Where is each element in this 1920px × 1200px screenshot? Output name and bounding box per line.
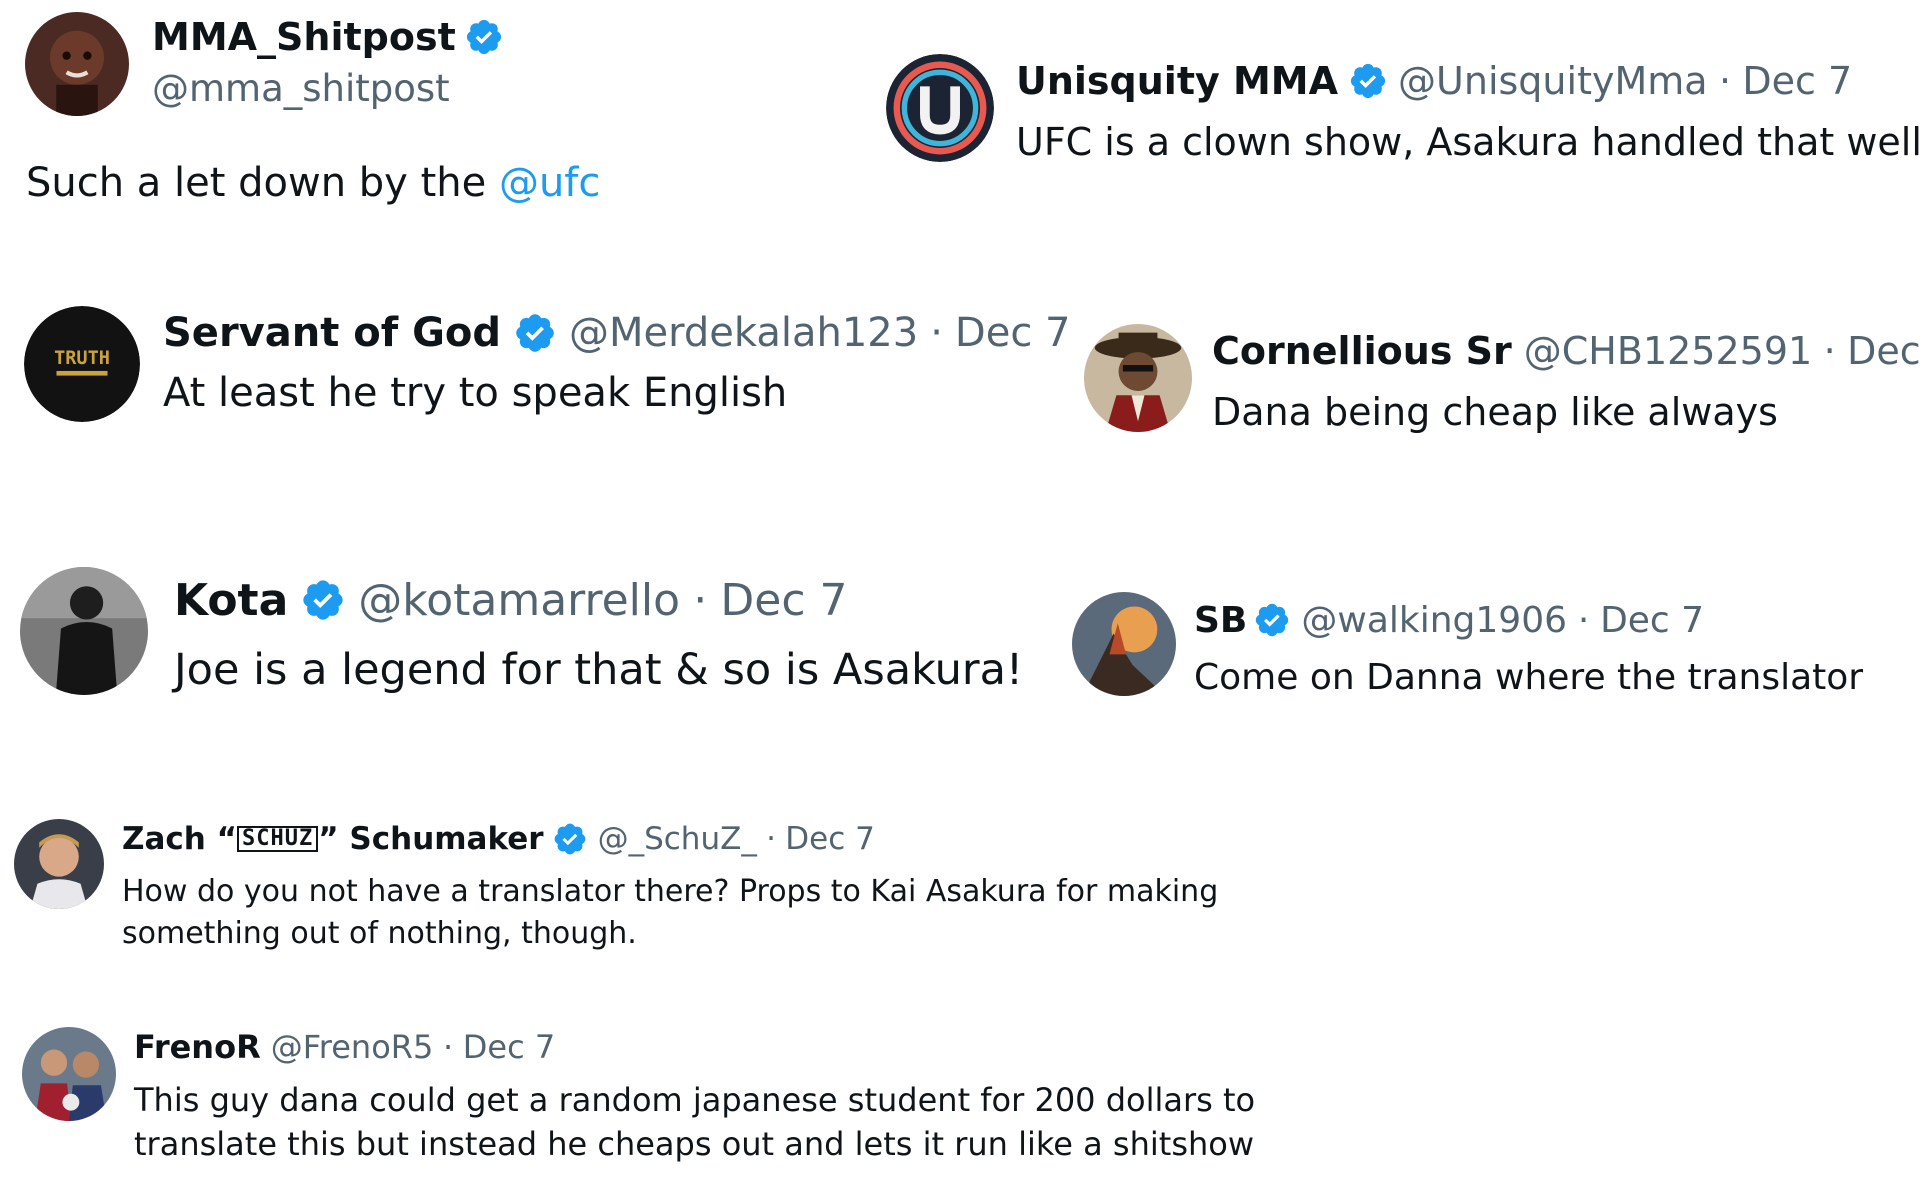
football-players-avatar[interactable] bbox=[22, 1027, 116, 1121]
author-handle[interactable]: @walking1906 bbox=[1301, 600, 1567, 641]
separator-dot: · bbox=[1823, 329, 1836, 373]
author-name-prefix[interactable]: Zach “ bbox=[122, 821, 237, 857]
author-name[interactable]: Servant of God bbox=[163, 310, 501, 356]
grayscale-portrait-avatar[interactable] bbox=[20, 567, 148, 695]
man-portrait-avatar[interactable] bbox=[14, 819, 104, 909]
tweet-date[interactable]: Dec 7 bbox=[1847, 329, 1920, 373]
author-handle[interactable]: @kotamarrello bbox=[358, 575, 680, 626]
tweet-date[interactable]: Dec 7 bbox=[955, 310, 1071, 356]
tweet-text: Joe is a legend for that & so is Asakura… bbox=[174, 645, 1024, 695]
tweet-servant-of-god: TRUTH Servant of God @Merdekalah123 · De… bbox=[0, 290, 1070, 450]
separator-dot: · bbox=[766, 821, 776, 857]
verified-badge-icon bbox=[552, 821, 588, 857]
tweet-zach-schumaker: Zach “ SCHUZ ” Schumaker @_SchuZ_ · Dec … bbox=[0, 805, 1400, 985]
author-handle[interactable]: @FrenoR5 bbox=[271, 1028, 434, 1066]
dark-portrait-avatar[interactable] bbox=[25, 12, 129, 116]
tweet-date[interactable]: Dec 7 bbox=[1742, 59, 1852, 103]
author-name[interactable]: MMA_Shitpost bbox=[152, 15, 456, 59]
tweet-date[interactable]: Dec 7 bbox=[785, 821, 875, 857]
separator-dot: · bbox=[693, 574, 708, 626]
author-handle[interactable]: @Merdekalah123 bbox=[569, 310, 918, 356]
author-handle[interactable]: @CHB1252591 bbox=[1524, 329, 1812, 373]
separator-dot: · bbox=[930, 310, 943, 356]
tweet-text-line-2: translate this but instead he cheaps out… bbox=[134, 1125, 1255, 1163]
author-handle[interactable]: @_SchuZ_ bbox=[598, 821, 757, 857]
tweet-text-line-2: something out of nothing, though. bbox=[122, 915, 637, 951]
verified-badge-icon bbox=[513, 311, 557, 355]
tweet-text: Come on Danna where the translator bbox=[1194, 656, 1864, 698]
tweet-text: UFC is a clown show, Asakura handled tha… bbox=[1016, 120, 1920, 164]
tweet-cornellious-sr: Cornellious Sr @CHB1252591 · Dec 7 Dana … bbox=[1070, 310, 1920, 460]
author-name[interactable]: Unisquity MMA bbox=[1016, 59, 1338, 103]
tweet-text: At least he try to speak English bbox=[163, 370, 788, 416]
cowboy-portrait-avatar[interactable] bbox=[1084, 324, 1192, 432]
author-name[interactable]: Kota bbox=[174, 575, 288, 626]
verified-badge-icon bbox=[1348, 61, 1388, 101]
separator-dot: · bbox=[442, 1028, 454, 1066]
truth-seeker-avatar[interactable]: TRUTH bbox=[24, 306, 140, 422]
verified-badge-icon bbox=[300, 577, 346, 623]
tweet-date[interactable]: Dec 7 bbox=[1600, 600, 1704, 641]
verified-badge-icon bbox=[464, 17, 504, 57]
tweet-mma-shitpost: MMA_Shitpost @mma_shitpost Such a let do… bbox=[0, 0, 700, 240]
tweet-text-main: Such a let down by the bbox=[26, 160, 499, 206]
tweet-text-line-1: How do you not have a translator there? … bbox=[122, 873, 1219, 909]
author-name[interactable]: SB bbox=[1194, 600, 1247, 641]
author-handle[interactable]: @UnisquityMma bbox=[1398, 59, 1708, 103]
author-name[interactable]: Cornellious Sr bbox=[1212, 329, 1512, 373]
tweet-frenor: FrenoR @FrenoR5 · Dec 7 This guy dana co… bbox=[0, 1015, 1400, 1195]
tweet-text: Dana being cheap like always bbox=[1212, 390, 1778, 434]
tweet-text: Such a let down by the @ufc bbox=[26, 158, 600, 208]
tweet-unisquity: Unisquity MMA @UnisquityMma · Dec 7 UFC … bbox=[870, 40, 1920, 190]
tweet-kota: Kota @kotamarrello · Dec 7 Joe is a lege… bbox=[0, 555, 1060, 715]
mention-link[interactable]: @ufc bbox=[499, 160, 600, 206]
tweet-sb: SB @walking1906 · Dec 7 Come on Danna wh… bbox=[1060, 580, 1920, 730]
tweet-text-line-1: This guy dana could get a random japanes… bbox=[134, 1081, 1256, 1119]
verified-badge-icon bbox=[1253, 601, 1291, 639]
tweet-date[interactable]: Dec 7 bbox=[463, 1028, 555, 1066]
u-logo-avatar[interactable] bbox=[886, 54, 994, 162]
tweet-date[interactable]: Dec 7 bbox=[720, 575, 847, 626]
author-name-logo[interactable]: SCHUZ bbox=[237, 826, 319, 852]
author-handle[interactable]: @mma_shitpost bbox=[152, 67, 450, 110]
fantasy-art-avatar[interactable] bbox=[1072, 592, 1176, 696]
avatar-logo-text: TRUTH bbox=[54, 348, 110, 369]
author-name-suffix[interactable]: ” Schumaker bbox=[318, 821, 543, 857]
author-name[interactable]: FrenoR bbox=[134, 1028, 261, 1066]
separator-dot: · bbox=[1577, 599, 1590, 641]
separator-dot: · bbox=[1718, 59, 1732, 103]
